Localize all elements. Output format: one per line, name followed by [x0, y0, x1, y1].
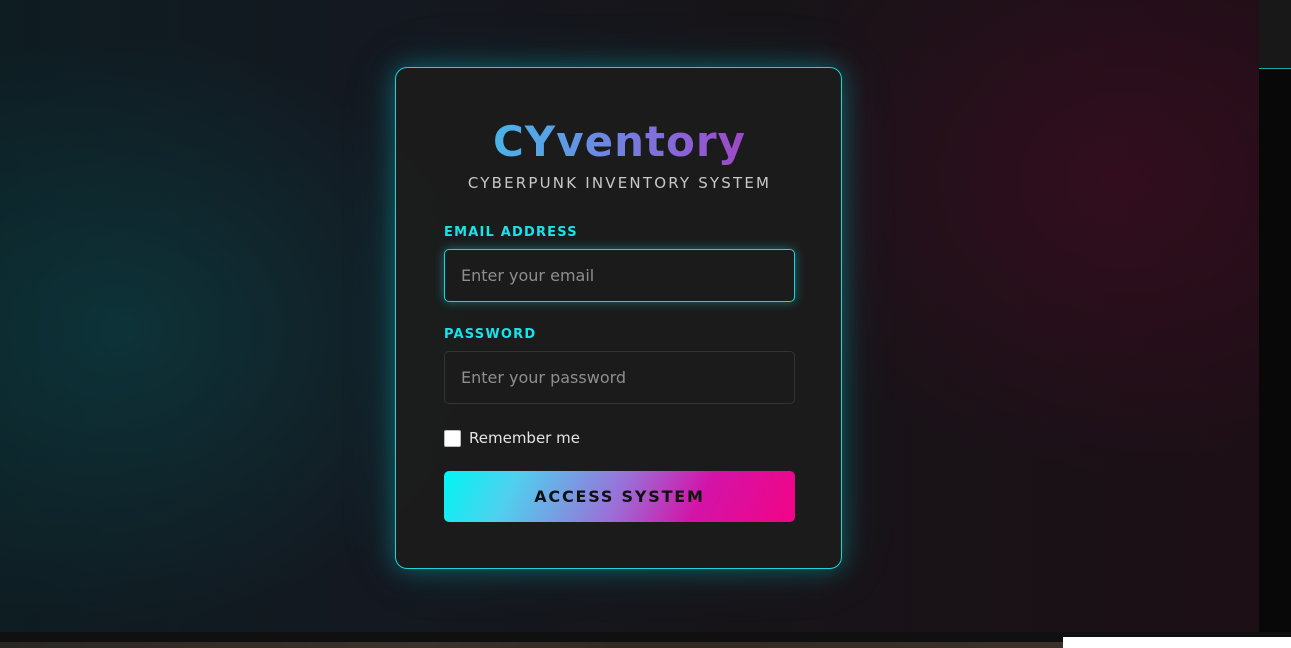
side-panel-edge [1259, 0, 1291, 632]
email-field[interactable] [444, 249, 795, 302]
app-subtitle: CYBERPUNK INVENTORY SYSTEM [467, 174, 772, 192]
app-logo: CYventory [396, 118, 843, 166]
login-card: CYventory CYBERPUNK INVENTORY SYSTEM EMA… [395, 67, 842, 569]
password-field[interactable] [444, 351, 795, 404]
side-panel-top-band [1259, 0, 1291, 69]
bottom-edge-bar [0, 642, 1063, 648]
bottom-edge-white-block [1063, 637, 1291, 648]
email-label: EMAIL ADDRESS [444, 225, 578, 240]
remember-me-label[interactable]: Remember me [469, 429, 580, 447]
bottom-edge [0, 632, 1291, 648]
remember-me-checkbox[interactable] [444, 429, 461, 447]
access-system-button[interactable]: ACCESS SYSTEM [444, 471, 795, 522]
password-label: PASSWORD [444, 327, 537, 342]
page-background: CYventory CYBERPUNK INVENTORY SYSTEM EMA… [0, 0, 1259, 632]
remember-me-row[interactable]: Remember me [444, 428, 580, 448]
